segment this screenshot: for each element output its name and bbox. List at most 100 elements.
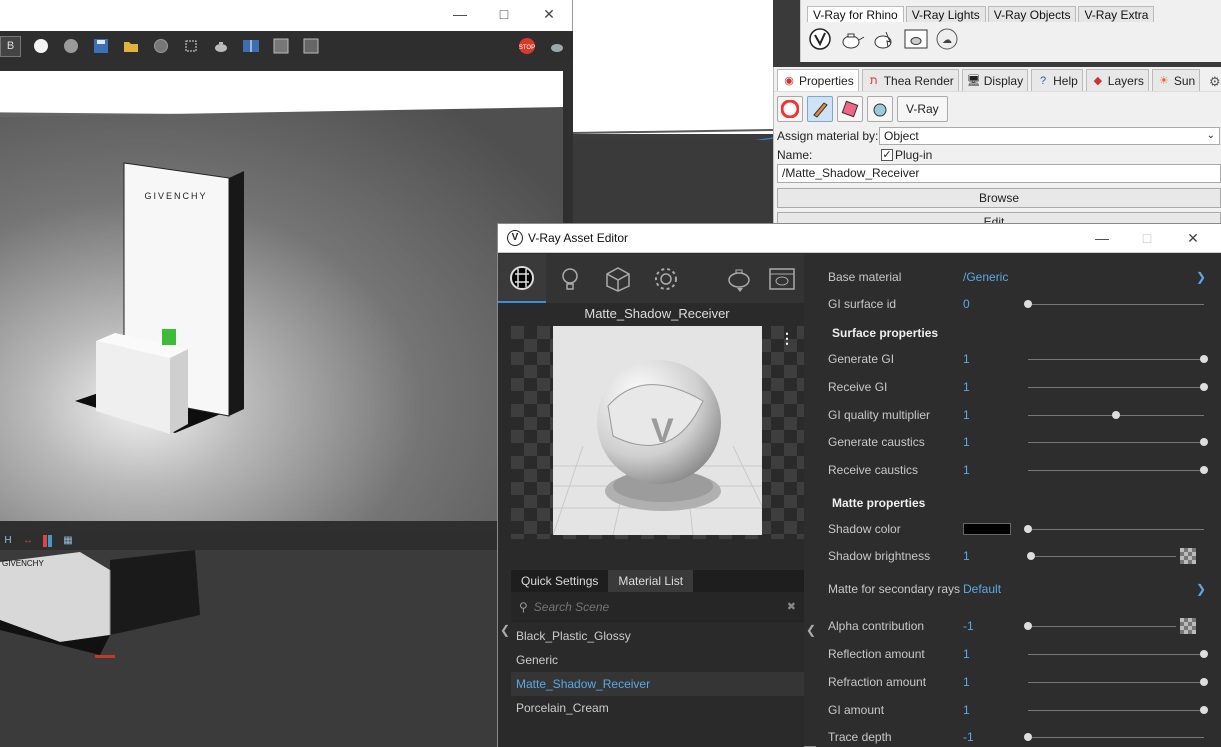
shadow-color-slider[interactable] bbox=[1024, 525, 1204, 533]
history-icon[interactable] bbox=[270, 36, 291, 57]
vray-object-properties-button[interactable]: V-Ray bbox=[897, 96, 948, 122]
slider-knob[interactable] bbox=[1200, 383, 1208, 391]
material-brush-icon[interactable] bbox=[807, 96, 833, 122]
browse-button[interactable]: Browse bbox=[777, 188, 1221, 208]
collapse-left-icon[interactable]: ❮ bbox=[500, 623, 510, 637]
refraction-amount-value[interactable]: 1 bbox=[963, 675, 1018, 689]
slider-knob[interactable] bbox=[1200, 466, 1208, 474]
receive-gi-value[interactable]: 1 bbox=[963, 380, 1018, 394]
generate-caustics-slider[interactable] bbox=[1028, 438, 1208, 446]
list-item[interactable]: Black_Plastic_Glossy bbox=[511, 624, 804, 648]
channel-b-button[interactable]: B bbox=[0, 35, 21, 57]
color-wheel-icon[interactable] bbox=[777, 96, 803, 122]
gi-surface-id-slider[interactable] bbox=[1024, 300, 1204, 308]
generate-caustics-value[interactable]: 1 bbox=[963, 435, 1018, 449]
preview-menu-icon[interactable]: ⋮ bbox=[780, 330, 794, 347]
frame-buffer-icon-ae[interactable] bbox=[760, 254, 804, 303]
gi-surface-id-value[interactable]: 0 bbox=[963, 297, 1018, 311]
slider-knob[interactable] bbox=[1024, 525, 1032, 533]
shadow-brightness-value[interactable]: 1 bbox=[963, 549, 1018, 563]
resize-icon[interactable]: ↔ bbox=[22, 535, 34, 547]
slider-knob[interactable] bbox=[1024, 733, 1032, 741]
tab-material-list[interactable]: Material List bbox=[608, 570, 694, 592]
slider-knob[interactable] bbox=[1027, 552, 1035, 560]
tab-display[interactable]: 🖥 Display bbox=[961, 69, 1029, 91]
flag-icon[interactable] bbox=[42, 534, 54, 547]
h-icon[interactable]: H bbox=[2, 535, 14, 547]
tab-vray-for-rhino[interactable]: V-Ray for Rhino bbox=[807, 6, 904, 22]
shadow-brightness-slider[interactable] bbox=[1027, 552, 1176, 560]
ae-minimize-icon[interactable]: — bbox=[1094, 230, 1110, 246]
tab-help[interactable]: ? Help bbox=[1031, 69, 1083, 91]
tab-vray-extra[interactable]: V-Ray Extra bbox=[1078, 6, 1155, 22]
alpha-contribution-slider[interactable] bbox=[1024, 622, 1176, 630]
gi-quality-slider[interactable] bbox=[1028, 411, 1204, 419]
region-render-icon[interactable] bbox=[180, 36, 201, 57]
teapot-icon[interactable] bbox=[546, 36, 567, 57]
trace-depth-slider[interactable] bbox=[1024, 733, 1204, 741]
lights-category-icon[interactable] bbox=[546, 254, 594, 303]
gi-quality-value[interactable]: 1 bbox=[963, 408, 1018, 422]
open-folder-icon[interactable] bbox=[120, 36, 141, 57]
render-canvas[interactable]: GIVENCHY bbox=[0, 61, 573, 531]
gi-amount-slider[interactable] bbox=[1028, 706, 1208, 714]
materials-category-icon[interactable] bbox=[498, 254, 546, 303]
slider-knob[interactable] bbox=[1112, 411, 1120, 419]
slider-knob[interactable] bbox=[1200, 678, 1208, 686]
ae-close-icon[interactable]: ✕ bbox=[1185, 230, 1201, 246]
top-viewport[interactable] bbox=[573, 0, 773, 140]
generate-gi-value[interactable]: 1 bbox=[963, 352, 1018, 366]
refraction-amount-slider[interactable] bbox=[1028, 678, 1208, 686]
grey-circle-icon[interactable] bbox=[60, 36, 81, 57]
slider-knob[interactable] bbox=[1200, 650, 1208, 658]
lens-effects-icon[interactable] bbox=[300, 36, 321, 57]
slider-knob[interactable] bbox=[1200, 355, 1208, 363]
close-icon[interactable]: ✕ bbox=[541, 6, 557, 22]
maximize-icon[interactable]: □ bbox=[496, 6, 512, 22]
list-item[interactable]: Porcelain_Cream bbox=[511, 696, 804, 720]
clear-icon[interactable] bbox=[150, 36, 171, 57]
collapse-panel-icon[interactable]: ❮ bbox=[806, 623, 816, 637]
grid-icon[interactable]: ▦ bbox=[62, 535, 74, 547]
minimize-icon[interactable]: — bbox=[452, 6, 468, 22]
receive-caustics-slider[interactable] bbox=[1028, 466, 1208, 474]
panel-gear-icon[interactable]: ⚙ bbox=[1209, 74, 1221, 90]
render-teapot-icon[interactable] bbox=[839, 26, 865, 52]
slider-knob[interactable] bbox=[1200, 706, 1208, 714]
interactive-render-icon[interactable] bbox=[871, 26, 897, 52]
list-item-selected[interactable]: Matte_Shadow_Receiver bbox=[511, 672, 804, 696]
tab-layers[interactable]: ◆ Layers bbox=[1085, 69, 1149, 91]
ae-maximize-icon[interactable]: □ bbox=[1139, 230, 1155, 246]
bottom-left-viewport[interactable]: GIVENCHY bbox=[0, 550, 497, 747]
decal-icon[interactable] bbox=[867, 96, 893, 122]
shadow-color-swatch[interactable] bbox=[963, 523, 1011, 535]
plugin-checkbox[interactable]: ✓ bbox=[881, 149, 893, 161]
search-input[interactable] bbox=[533, 599, 781, 614]
stop-render-icon[interactable]: STOP bbox=[516, 36, 537, 57]
teapot-render-icon[interactable] bbox=[210, 36, 231, 57]
compare-icon[interactable] bbox=[240, 36, 261, 57]
receive-gi-slider[interactable] bbox=[1028, 383, 1208, 391]
receive-caustics-value[interactable]: 1 bbox=[963, 463, 1018, 477]
gi-amount-value[interactable]: 1 bbox=[963, 703, 1018, 717]
texture-mapping-icon[interactable] bbox=[837, 96, 863, 122]
assign-material-dropdown[interactable]: Object ⌄ bbox=[879, 127, 1220, 145]
material-name-field[interactable]: /Matte_Shadow_Receiver bbox=[777, 164, 1221, 183]
chevron-down-icon[interactable]: ❯ bbox=[1196, 270, 1206, 284]
tab-thea-render[interactable]: ת Thea Render bbox=[861, 69, 959, 91]
texture-slot-icon[interactable] bbox=[1180, 548, 1196, 564]
generate-gi-slider[interactable] bbox=[1028, 355, 1208, 363]
base-material-dropdown[interactable]: /Generic bbox=[963, 270, 1196, 284]
geometry-category-icon[interactable] bbox=[594, 254, 642, 303]
texture-slot-icon[interactable] bbox=[1180, 618, 1196, 634]
tab-quick-settings[interactable]: Quick Settings bbox=[511, 570, 608, 592]
slider-knob[interactable] bbox=[1024, 300, 1032, 308]
alpha-contribution-value[interactable]: -1 bbox=[963, 619, 1018, 633]
clear-search-icon[interactable]: ✖ bbox=[787, 600, 796, 613]
settings-category-icon[interactable] bbox=[642, 254, 690, 303]
tab-properties[interactable]: ◉ Properties bbox=[777, 69, 859, 91]
reflection-amount-value[interactable]: 1 bbox=[963, 647, 1018, 661]
tab-vray-objects[interactable]: V-Ray Objects bbox=[987, 6, 1077, 22]
matte-secondary-dropdown[interactable]: Default bbox=[963, 582, 1196, 596]
list-item[interactable]: Generic bbox=[511, 648, 804, 672]
